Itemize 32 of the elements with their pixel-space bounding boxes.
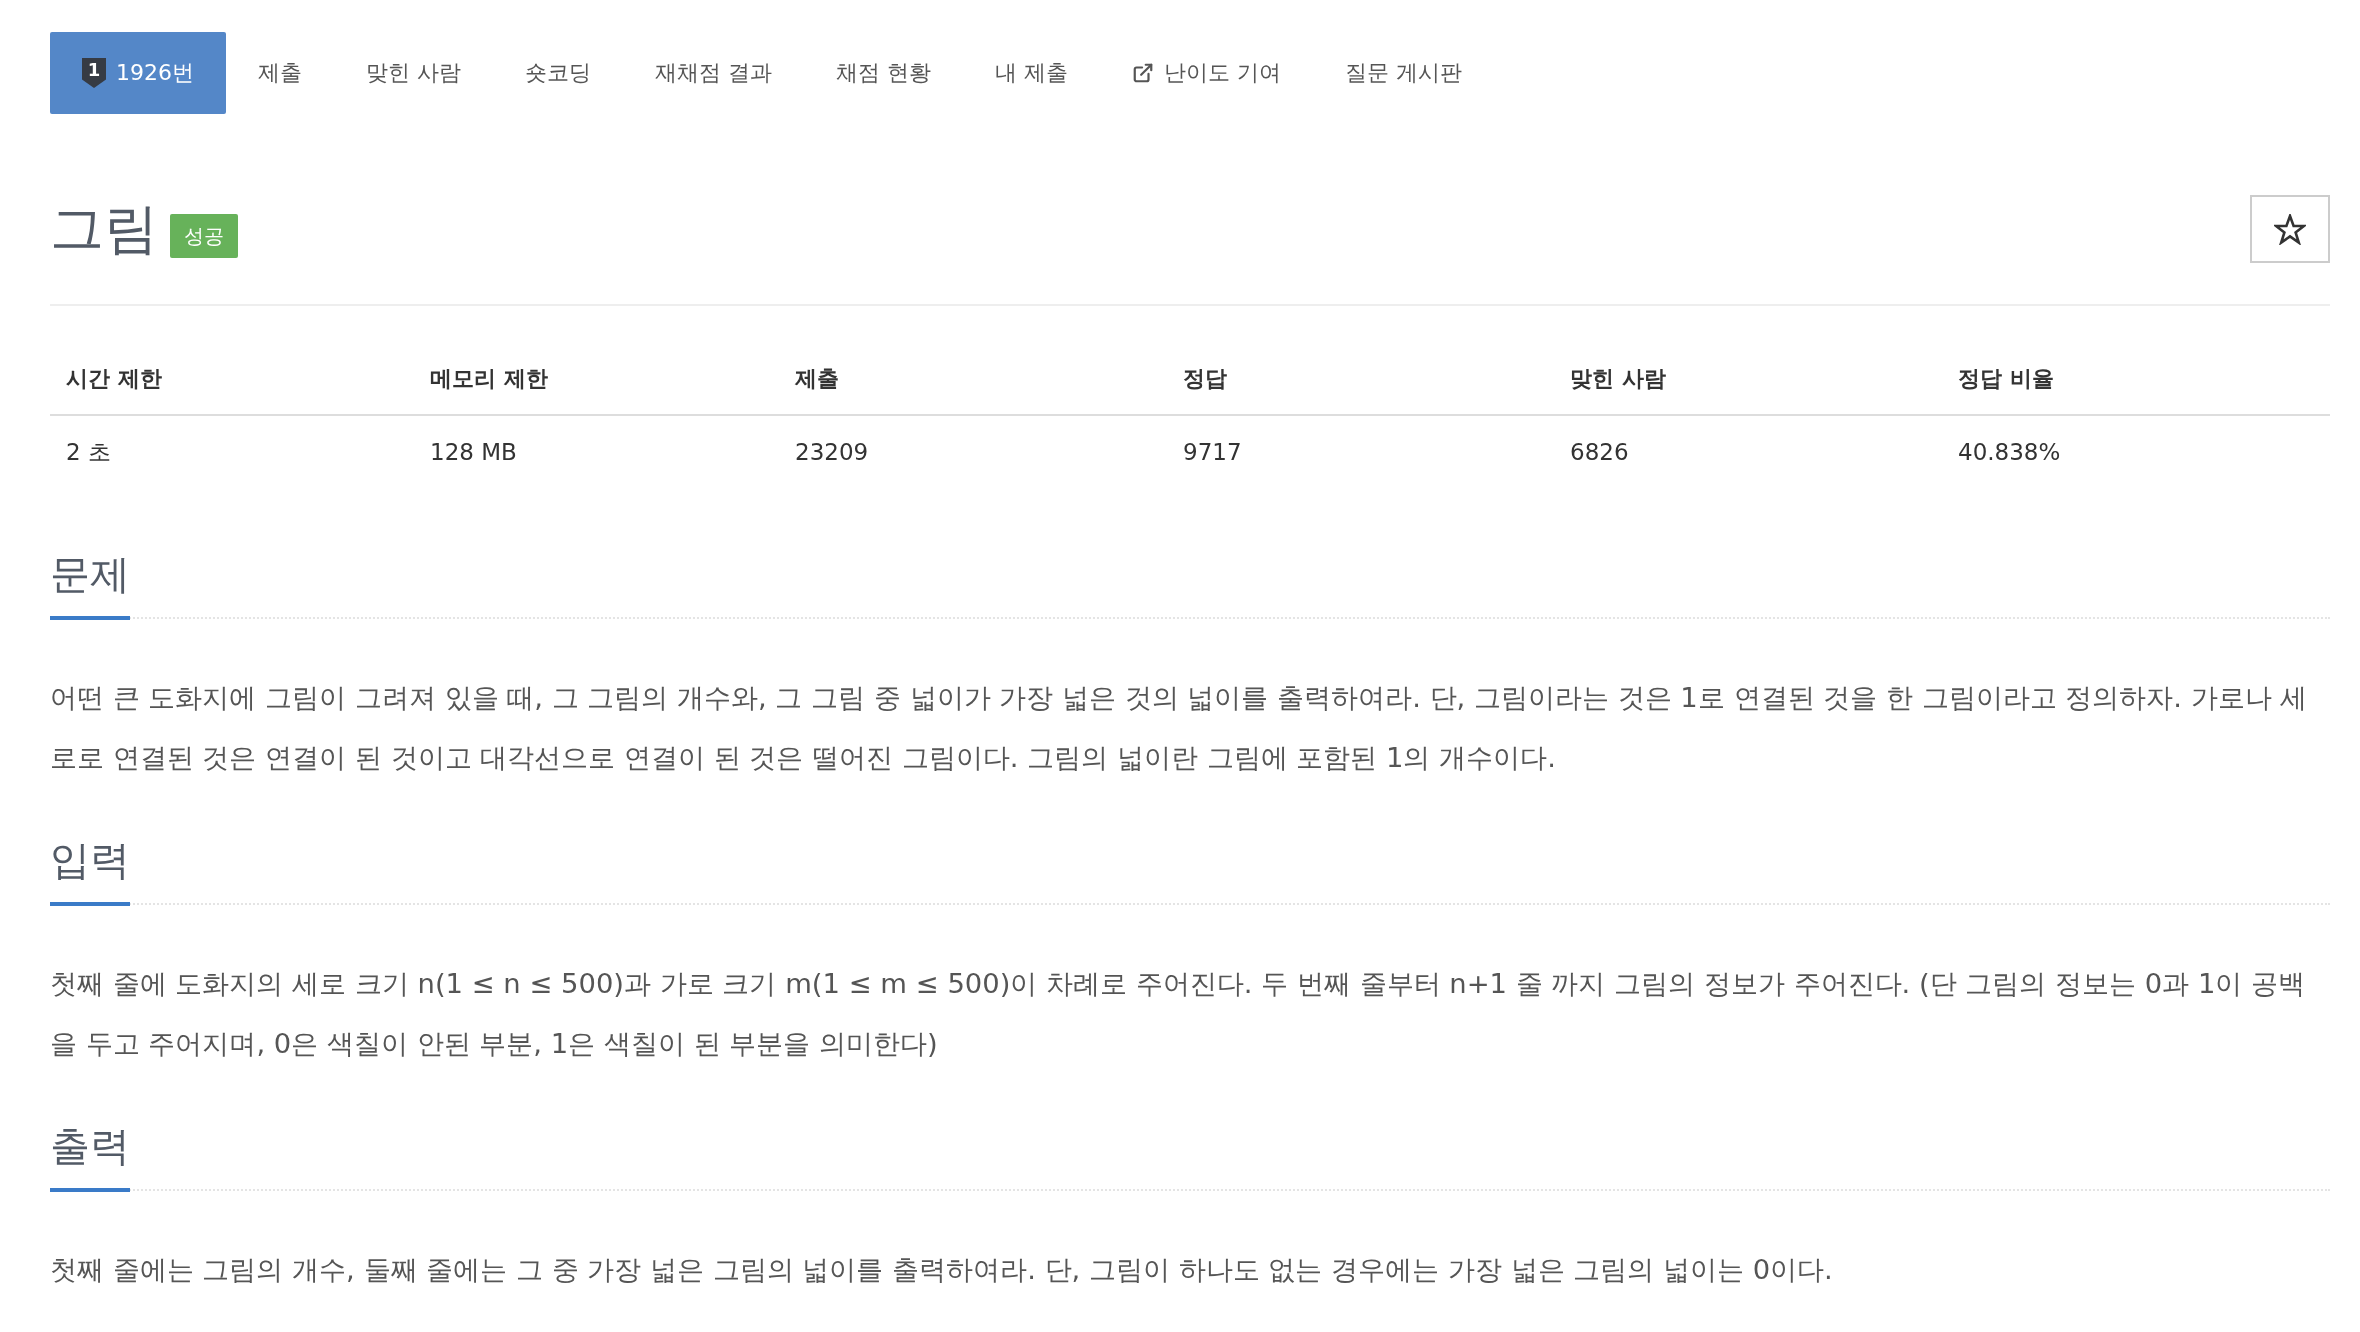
table-cell-text: 40.838% xyxy=(1957,438,2062,467)
column-header: 맞힌 사람 xyxy=(1554,344,1942,416)
external-link-icon xyxy=(1132,62,1154,84)
nav-tab[interactable]: 내 제출 xyxy=(963,32,1100,114)
nav-tab[interactable]: 1 1926번 xyxy=(50,32,226,114)
section-heading: 입력 xyxy=(50,836,130,906)
section-text: 첫째 줄에 도화지의 세로 크기 n(1 ≤ n ≤ 500)과 가로 크기 m(1 ≤ m ≤ 500)이 차례로 주어진다. 두 번째 줄부터 n+1 줄 까지 그림의 정보가 주어진다. (단 그림의 정보는 0과 1이 공백을 두고 주어지며, 0은 색칠이 안된 부분, 1은 색칠이 된 부분을 의미한다) xyxy=(50,967,2307,1061)
table-cell-text: 6826 xyxy=(1569,438,1630,467)
column-header: 제출 xyxy=(779,344,1167,416)
section-text: 첫째 줄에는 그림의 개수, 둘째 줄에는 그 중 가장 넓은 그림의 넓이를 출력하여라. 단, 그림이 하나도 없는 경우에는 가장 넓은 그림의 넓이는 0이다. xyxy=(50,1253,1834,1287)
nav-tab[interactable]: 난이도 기여 xyxy=(1100,32,1313,114)
table-cell-text: 23209 xyxy=(794,438,870,467)
column-header: 정답 xyxy=(1167,344,1554,416)
nav-tab[interactable]: 질문 게시판 xyxy=(1313,32,1494,114)
column-header: 메모리 제한 xyxy=(414,344,779,416)
nav-tab[interactable]: 맞힌 사람 xyxy=(334,32,493,114)
nav-tab[interactable]: 재채점 결과 xyxy=(623,32,804,114)
rank-badge: 1 xyxy=(82,58,106,88)
favorite-button[interactable] xyxy=(2250,195,2330,263)
section-heading: 문제 xyxy=(50,550,130,620)
section-heading: 출력 xyxy=(50,1122,130,1192)
table-cell-text: 2 초 xyxy=(65,437,112,467)
table-cell-text: 128 MB xyxy=(429,438,518,467)
problem-title: 그림 xyxy=(50,196,158,262)
section-text: 어떤 큰 도화지에 그림이 그려져 있을 때, 그 그림의 개수와, 그 그림 중 넓이가 가장 넓은 것의 넓이를 출력하여라. 단, 그림이라는 것은 1로 연결된 것을 한 그림이라고 정의하자. 가로나 세로로 연결된 것은 연결이 된 것이고 대각선으로 연결이 된 것은 떨어진 그림이다. 그림의 넓이란 그림에 포함된 1의 개수이다. xyxy=(50,681,2309,775)
nav-tab[interactable]: 제출 xyxy=(226,32,334,114)
column-header: 정답 비율 xyxy=(1942,344,2330,416)
nav-tab[interactable]: 채점 현황 xyxy=(804,32,963,114)
nav-tab[interactable]: 숏코딩 xyxy=(493,32,623,114)
table-cell-text: 9717 xyxy=(1182,438,1243,467)
column-header: 시간 제한 xyxy=(50,344,414,416)
status-badge: 성공 xyxy=(170,214,238,258)
